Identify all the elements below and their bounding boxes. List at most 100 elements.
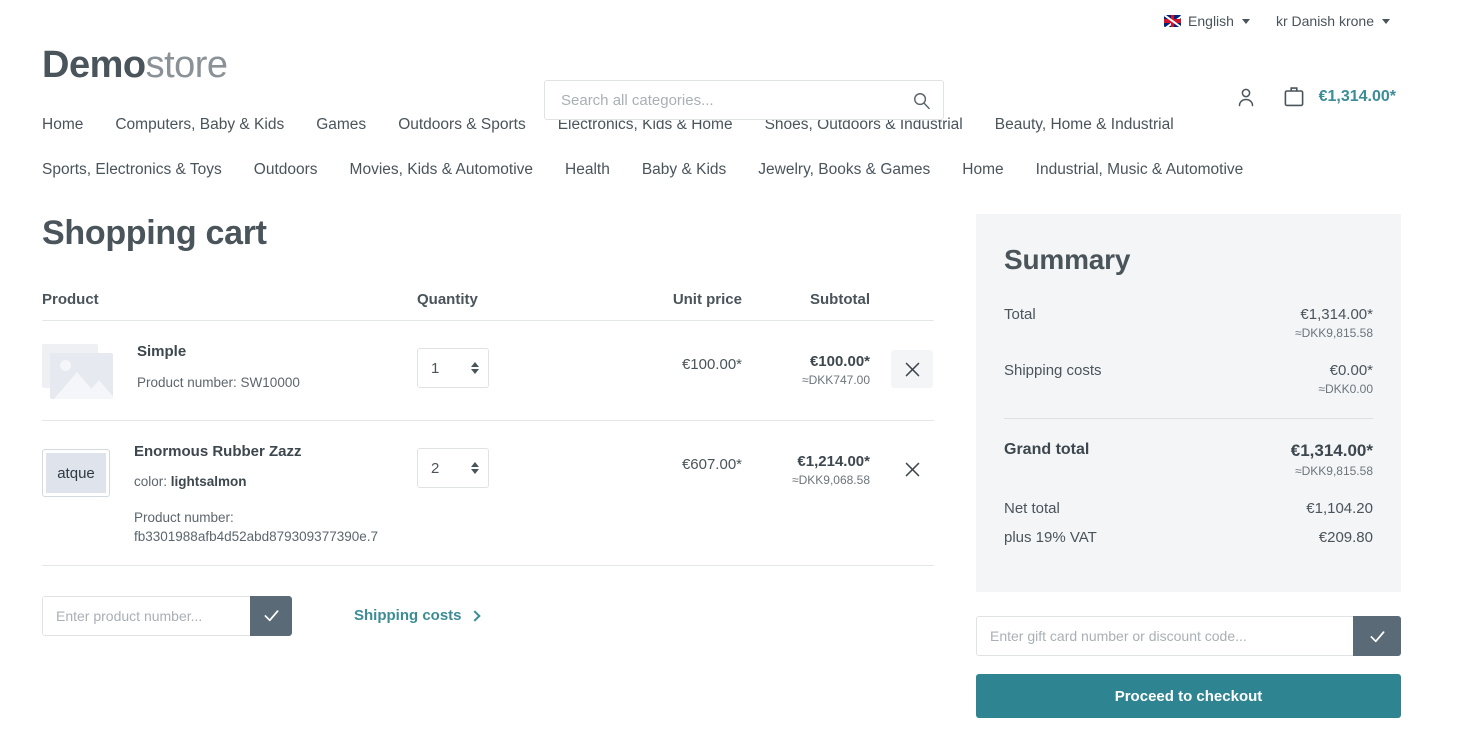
product-number: Product number: fb3301988afb4d52abd87930… <box>134 509 378 547</box>
summary-net-total-value: €1,104.20 <box>1306 500 1373 517</box>
cart-item-subtotal-cell: €1,214.00* ≈DKK9,068.58 <box>742 441 870 487</box>
product-info: Simple Product number: SW10000 <box>137 341 300 393</box>
search-box[interactable] <box>544 80 944 120</box>
summary-net-total-label: Net total <box>1004 500 1060 517</box>
nav-item-beauty-home-industrial[interactable]: Beauty, Home & Industrial <box>995 116 1174 134</box>
quantity-stepper[interactable]: 2 <box>417 448 489 488</box>
cart-item-product-cell: atque Enormous Rubber Zazz color: lights… <box>42 441 417 547</box>
close-icon <box>905 462 919 476</box>
nav-item-outdoors-sports[interactable]: Outdoors & Sports <box>398 116 526 134</box>
cart-table-header: Product Quantity Unit price Subtotal <box>42 291 934 321</box>
close-icon <box>905 362 919 376</box>
uk-flag-icon <box>1164 15 1182 27</box>
nav-item-industrial-music-automotive[interactable]: Industrial, Music & Automotive <box>1036 161 1244 179</box>
check-icon <box>264 610 278 622</box>
nav-item-games[interactable]: Games <box>316 116 366 134</box>
remove-item-button[interactable] <box>891 350 933 388</box>
cart-widget[interactable]: €1,314.00* <box>1282 84 1396 109</box>
nav-item-sports-electronics-toys[interactable]: Sports, Electronics & Toys <box>42 161 222 179</box>
logo-bold-text: Demo <box>42 44 146 86</box>
summary-shipping-label: Shipping costs <box>1004 362 1102 379</box>
cart-total-amount: €1,314.00* <box>1318 87 1396 105</box>
summary-row-net-total: Net total €1,104.20 <box>1004 500 1373 517</box>
check-icon <box>1370 630 1384 642</box>
currency-selector[interactable]: kr Danish krone <box>1276 13 1390 29</box>
stepper-arrows-icon <box>471 462 479 474</box>
summary-vat-value: €209.80 <box>1318 529 1373 546</box>
remove-item-button[interactable] <box>891 450 933 488</box>
gift-card-form <box>976 616 1401 656</box>
product-info: Enormous Rubber Zazz color: lightsalmon … <box>134 441 378 547</box>
nav-item-baby-kids[interactable]: Baby & Kids <box>642 161 726 179</box>
proceed-to-checkout-button[interactable]: Proceed to checkout <box>976 674 1401 718</box>
chevron-down-icon <box>1241 18 1250 24</box>
summary-row-shipping: Shipping costs €0.00* ≈DKK0.00 <box>1004 362 1373 396</box>
nav-item-health[interactable]: Health <box>565 161 610 179</box>
column-header-product: Product <box>42 291 99 308</box>
user-icon[interactable] <box>1234 85 1258 109</box>
search-area <box>544 80 944 120</box>
nav-item-movies-kids-automotive[interactable]: Movies, Kids & Automotive <box>350 161 534 179</box>
currency-label: kr Danish krone <box>1275 13 1374 29</box>
main-content: Shopping cart Product Quantity Unit pric… <box>0 214 1458 718</box>
cart-item-quantity-cell: 1 <box>417 341 597 388</box>
summary-shipping-value: €0.00* <box>1329 362 1373 379</box>
cart-item-remove-cell <box>870 441 934 488</box>
summary-grand-total-alt: ≈DKK9,815.58 <box>1295 464 1373 478</box>
summary-column: Summary Total €1,314.00* ≈DKK9,815.58 Sh… <box>976 214 1401 718</box>
summary-row-total: Total €1,314.00* ≈DKK9,815.58 <box>1004 306 1373 340</box>
search-input[interactable] <box>559 90 912 110</box>
table-row: Simple Product number: SW10000 1 €100.00… <box>42 321 934 421</box>
nav-item-outdoors[interactable]: Outdoors <box>254 161 318 179</box>
table-row: atque Enormous Rubber Zazz color: lights… <box>42 421 934 566</box>
product-number: Product number: SW10000 <box>137 375 300 390</box>
site-logo[interactable]: Demostore <box>42 46 228 84</box>
add-product-button[interactable] <box>250 595 292 636</box>
summary-shipping-value-group: €0.00* ≈DKK0.00 <box>1318 362 1373 396</box>
language-selector[interactable]: English <box>1164 13 1250 29</box>
product-number-input[interactable] <box>42 595 250 636</box>
nav-item-home[interactable]: Home <box>962 161 1003 179</box>
cart-item-unit-price: €607.00* <box>681 456 742 473</box>
product-variant: color: lightsalmon <box>134 474 378 489</box>
apply-gift-card-button[interactable] <box>1353 616 1401 656</box>
logo-light-text: store <box>145 44 228 86</box>
product-thumbnail[interactable]: atque <box>42 449 110 497</box>
product-number-label: Product number: <box>134 510 234 525</box>
shopping-cart-page: English kr Danish krone Demostore Search… <box>0 0 1458 751</box>
gift-card-input[interactable] <box>976 616 1353 656</box>
variant-value: lightsalmon <box>170 474 247 489</box>
product-name[interactable]: Enormous Rubber Zazz <box>134 443 378 460</box>
cart-column: Shopping cart Product Quantity Unit pric… <box>42 214 934 636</box>
nav-item-jewelry-books-games[interactable]: Jewelry, Books & Games <box>758 161 930 179</box>
nav-item-computers-baby-kids[interactable]: Computers, Baby & Kids <box>115 116 284 134</box>
chevron-down-icon <box>1382 18 1390 24</box>
quantity-stepper[interactable]: 1 <box>417 348 489 388</box>
summary-row-grand-total: Grand total €1,314.00* ≈DKK9,815.58 <box>1004 441 1373 478</box>
chevron-right-icon <box>468 610 481 622</box>
column-header-unit-price: Unit price <box>672 291 742 308</box>
cart-item-subtotal-cell: €100.00* ≈DKK747.00 <box>742 341 870 387</box>
summary-divider <box>1004 418 1373 419</box>
cart-item-subtotal-alt: ≈DKK747.00 <box>802 373 870 387</box>
summary-grand-total-value-group: €1,314.00* ≈DKK9,815.58 <box>1291 441 1373 478</box>
nav-item-home[interactable]: Home <box>42 116 83 134</box>
product-name[interactable]: Simple <box>137 343 300 360</box>
summary-panel: Summary Total €1,314.00* ≈DKK9,815.58 Sh… <box>976 214 1401 592</box>
site-header: Demostore Search all categories... €1,31… <box>0 34 1458 120</box>
page-title: Shopping cart <box>42 214 267 252</box>
summary-row-vat: plus 19% VAT €209.80 <box>1004 529 1373 546</box>
cart-item-unit-price: €100.00* <box>681 356 742 373</box>
cart-item-quantity-cell: 2 <box>417 441 597 488</box>
add-product-form <box>42 595 292 636</box>
cart-item-product-cell: Simple Product number: SW10000 <box>42 341 417 402</box>
summary-vat-label: plus 19% VAT <box>1004 529 1097 546</box>
shipping-costs-link[interactable]: Shipping costs <box>354 607 481 625</box>
summary-shipping-alt: ≈DKK0.00 <box>1318 382 1373 396</box>
stepper-arrows-icon <box>471 362 479 374</box>
summary-title: Summary <box>1004 244 1131 275</box>
cart-item-remove-cell <box>870 341 934 388</box>
summary-grand-total-label: Grand total <box>1004 441 1090 458</box>
search-icon[interactable] <box>912 91 931 110</box>
shipping-costs-label: Shipping costs <box>354 607 462 625</box>
